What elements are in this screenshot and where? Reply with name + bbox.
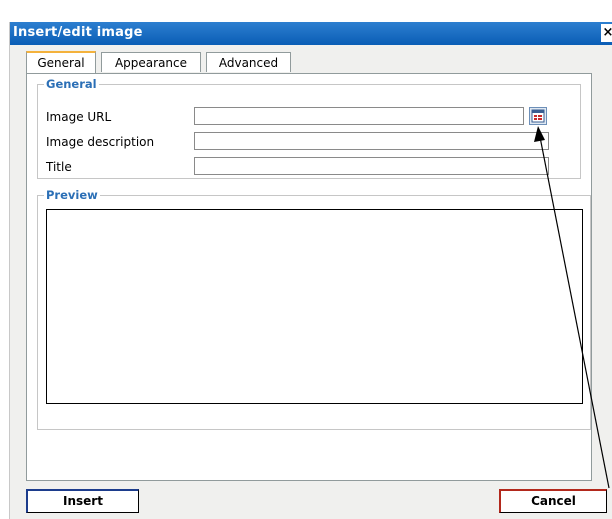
annotation-arrow: [534, 126, 610, 489]
